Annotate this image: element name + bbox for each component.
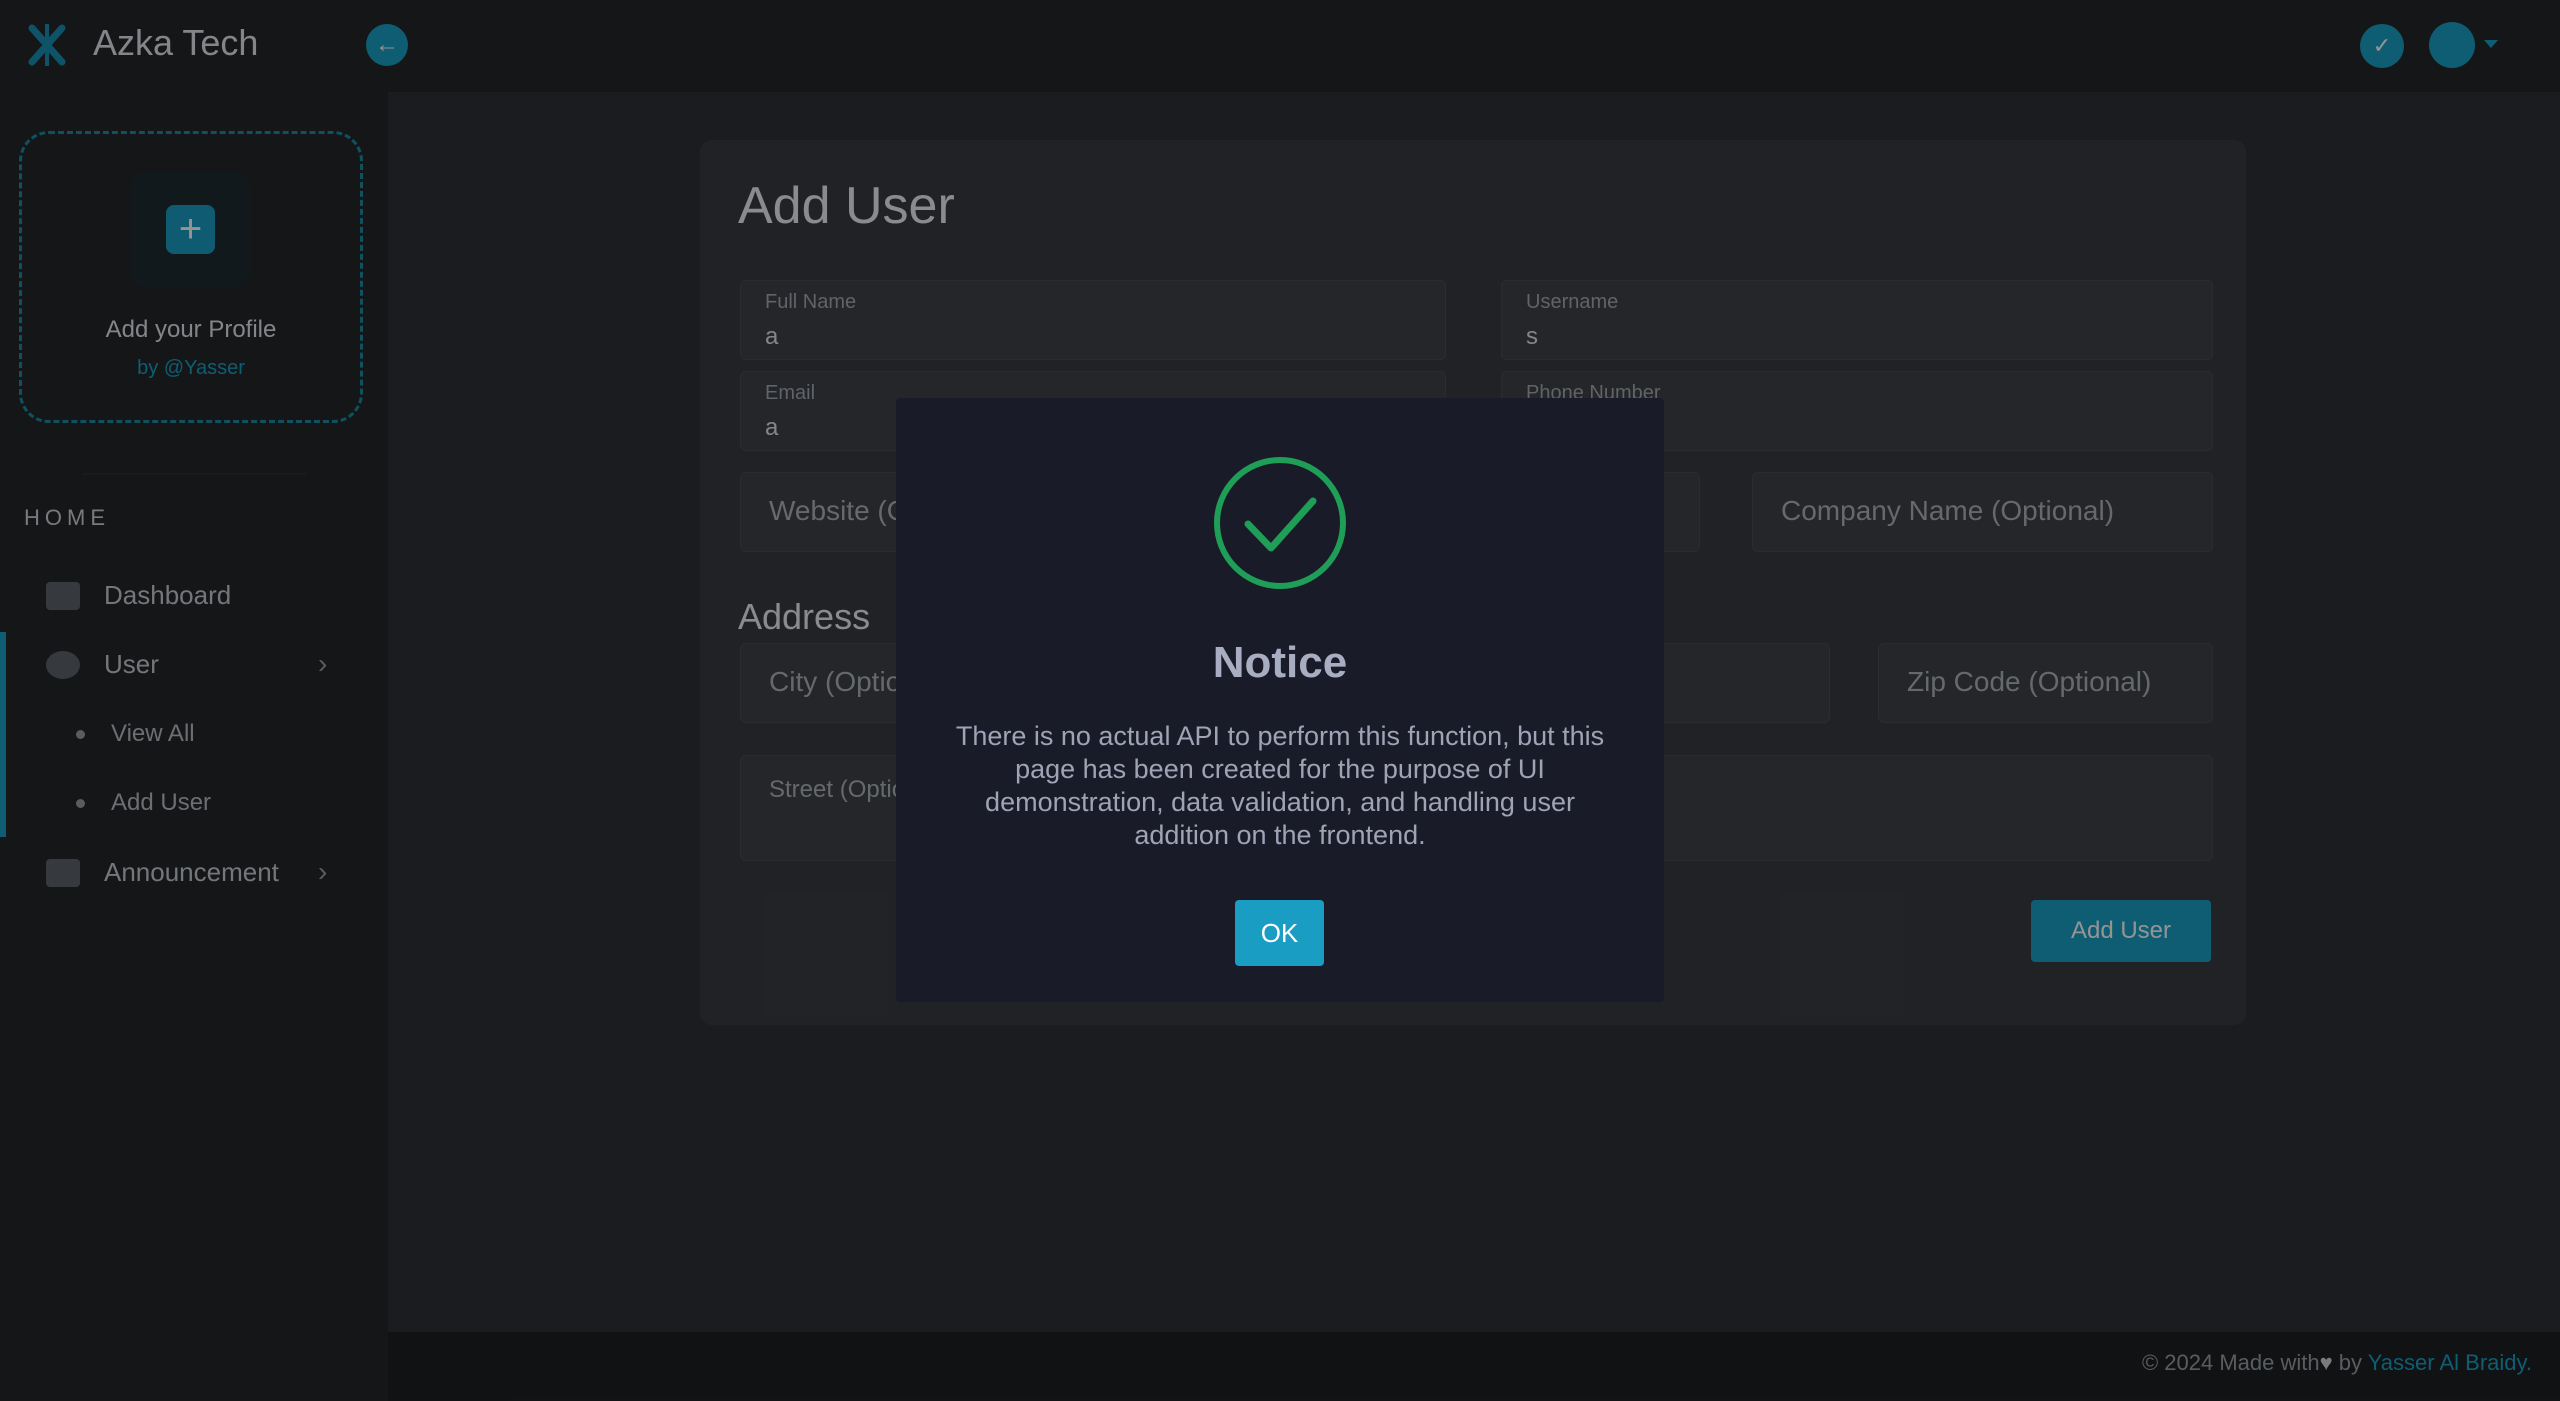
ok-button[interactable]: OK: [1235, 900, 1324, 966]
success-check-icon: [1214, 457, 1346, 589]
dialog-title: Notice: [1212, 638, 1348, 687]
dialog-message: There is no actual API to perform this f…: [955, 721, 1605, 850]
notice-dialog: Notice There is no actual API to perform…: [896, 398, 1664, 1002]
